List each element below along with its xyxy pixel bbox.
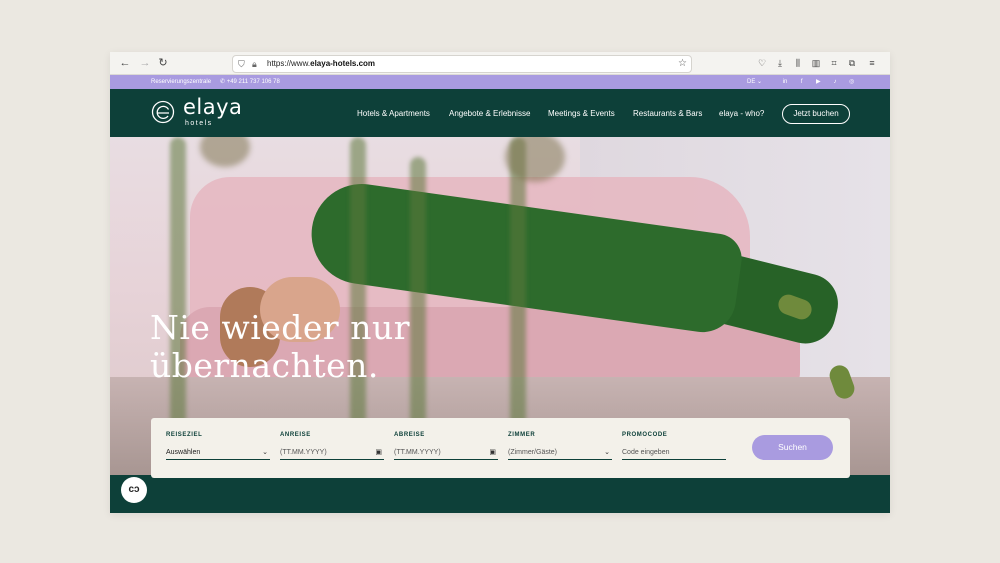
hero-headline-line1: Nie wieder nur	[150, 308, 410, 347]
destination-field: REISEZIEL Auswählen ⌄	[166, 430, 270, 464]
arrival-field: ANREISE (TT.MM.YYYY) ▣	[280, 430, 384, 464]
book-now-button[interactable]: Jetzt buchen	[782, 104, 850, 124]
hero-headline-line2: übernachten.	[150, 346, 379, 385]
reservation-label: Reservierungszentrale	[151, 79, 212, 85]
address-bar[interactable]: ⛉ 🔒︎ https://www.elaya-hotels.com ☆	[232, 55, 692, 73]
calendar-icon[interactable]: ▣	[375, 446, 382, 459]
booking-bar: REISEZIEL Auswählen ⌄ ANREISE (TT.MM.YYY…	[151, 418, 850, 478]
reload-icon[interactable]: ↻	[156, 56, 170, 70]
language-selector[interactable]: DE ⌄	[747, 75, 762, 89]
phone-number: +49 211 737 106 78	[226, 79, 280, 85]
screenshot-icon[interactable]: ⌗	[828, 56, 840, 70]
destination-select[interactable]: Auswählen ⌄	[166, 446, 270, 460]
pocket-icon[interactable]: ♡	[756, 56, 768, 70]
departure-date-input[interactable]: (TT.MM.YYYY) ▣	[394, 446, 498, 460]
nav-meetings-events[interactable]: Meetings & Events	[548, 109, 615, 118]
logo-subtitle: hotels	[185, 120, 213, 127]
shield-icon[interactable]: ⛉	[238, 57, 245, 71]
nav-restaurants-bars[interactable]: Restaurants & Bars	[633, 109, 702, 118]
download-icon[interactable]: ⤓	[774, 56, 786, 70]
promo-field: PROMOCODE Code eingeben	[622, 430, 726, 464]
hero-plant-leaf	[505, 137, 565, 182]
departure-label: ABREISE	[394, 432, 425, 438]
browser-window: ← → ↻ ⛉ 🔒︎ https://www.elaya-hotels.com …	[110, 52, 890, 513]
menu-icon[interactable]: ≡	[866, 56, 878, 70]
library-icon[interactable]: ⫼	[792, 56, 804, 70]
rooms-label: ZIMMER	[508, 432, 536, 438]
hero-bottom-band	[110, 475, 890, 513]
url-text: https://www.elaya-hotels.com	[267, 59, 376, 68]
linkedin-icon[interactable]: in	[780, 75, 790, 89]
chevron-down-icon: ⌄	[604, 449, 610, 456]
rooms-guests-select[interactable]: (Zimmer/Gäste) ⌄	[508, 446, 612, 460]
nav-angebote-erlebnisse[interactable]: Angebote & Erlebnisse	[449, 109, 530, 118]
chevron-down-icon: ⌄	[262, 449, 268, 456]
elaya-logo-icon[interactable]	[151, 100, 175, 124]
sidebar-icon[interactable]: ▥	[810, 56, 822, 70]
star-icon[interactable]: ☆	[678, 56, 687, 72]
hero-headline: Nie wieder nur übernachten.	[150, 309, 410, 385]
search-button[interactable]: Suchen	[752, 435, 833, 460]
browser-toolbar: ← → ↻ ⛉ 🔒︎ https://www.elaya-hotels.com …	[110, 52, 890, 75]
logo-wordmark[interactable]: elaya	[183, 95, 242, 119]
lock-icon[interactable]: 🔒︎	[252, 57, 257, 71]
promo-label: PROMOCODE	[622, 432, 668, 438]
departure-field: ABREISE (TT.MM.YYYY) ▣	[394, 430, 498, 464]
nav-hotels-apartments[interactable]: Hotels & Apartments	[357, 109, 430, 118]
phone-link[interactable]: ✆ +49 211 737 106 78	[220, 75, 280, 89]
tiktok-icon[interactable]: ♪	[830, 75, 840, 89]
promo-code-input[interactable]: Code eingeben	[622, 446, 726, 460]
hero-section: Nie wieder nur übernachten. REISEZIEL Au…	[110, 137, 890, 513]
destination-label: REISEZIEL	[166, 432, 203, 438]
youtube-icon[interactable]: ▶	[813, 75, 823, 89]
nav-elaya-who[interactable]: elaya - who?	[719, 109, 764, 118]
forward-icon[interactable]: →	[138, 56, 152, 70]
extensions-icon[interactable]: ⧉	[846, 56, 858, 70]
back-icon[interactable]: ←	[118, 56, 132, 70]
calendar-icon[interactable]: ▣	[489, 446, 496, 459]
hero-plant-leaf	[200, 137, 250, 167]
arrival-date-input[interactable]: (TT.MM.YYYY) ▣	[280, 446, 384, 460]
cookie-settings-icon[interactable]: cɔ	[121, 477, 147, 503]
facebook-icon[interactable]: f	[797, 75, 807, 89]
utility-bar: Reservierungszentrale ✆ +49 211 737 106 …	[110, 75, 890, 89]
instagram-icon[interactable]: ◎	[847, 75, 857, 89]
rooms-field: ZIMMER (Zimmer/Gäste) ⌄	[508, 430, 612, 464]
site-header: elaya hotels Hotels & Apartments Angebot…	[110, 89, 890, 137]
social-links: in f ▶ ♪ ◎	[780, 75, 862, 89]
arrival-label: ANREISE	[280, 432, 311, 438]
